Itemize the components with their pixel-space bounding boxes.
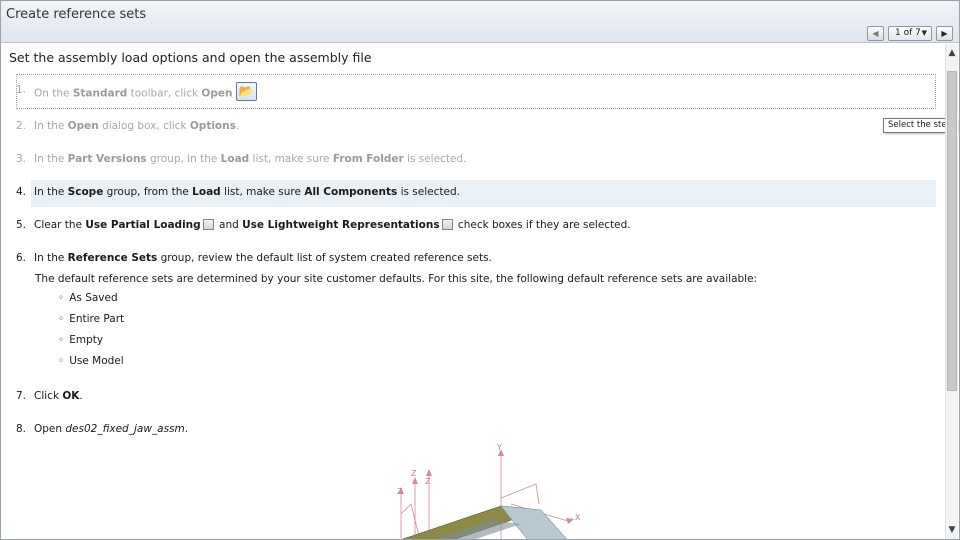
axis-label: Z [425,477,431,486]
next-page-button[interactable]: ▶ [936,25,953,41]
window-title: Create reference sets [6,7,147,22]
checkbox-icon [202,218,214,230]
step-text: Open des02_fixed_jaw_assm. [34,423,189,435]
step-text: On the Standard toolbar, click Open 📂 [34,82,257,103]
chevron-down-icon: ▼ [921,29,927,37]
tutorial-content: Set the assembly load options and open t… [1,44,946,539]
step-text: In the Scope group, from the Load list, … [34,186,460,198]
step-6-note: The default reference sets are determine… [35,273,758,285]
title-bar: Create reference sets ◀ 1 of 7 ▼ ▶ [1,1,959,43]
step-number: 3. [16,153,27,165]
assembly-model-image: Y Z Z Z X [397,444,581,539]
axis-label: Z [397,487,403,496]
scroll-down-icon[interactable]: ▼ [946,523,958,537]
checkbox-icon [441,218,453,230]
list-item: Entire Part [58,313,124,325]
step-text: In the Open dialog box, click Options. [34,120,240,132]
tutorial-window: Create reference sets ◀ 1 of 7 ▼ ▶ Set t… [0,0,960,540]
page-heading: Set the assembly load options and open t… [9,50,372,65]
step-text: In the Reference Sets group, review the … [34,252,492,264]
step-number: 7. [16,390,27,402]
page-select[interactable]: 1 of 7 ▼ [888,25,932,41]
list-item: As Saved [58,292,117,304]
step-text: In the Part Versions group, in the Load … [34,153,467,165]
vertical-scrollbar[interactable]: ▲ ▼ [945,44,958,539]
step-text: Click OK. [34,390,83,402]
step-number: 2. [16,120,27,132]
axis-label: Z [411,469,417,478]
axis-label: Y [496,444,502,452]
step-number: 4. [16,186,27,198]
open-folder-icon: 📂 [235,82,257,101]
step-pager: ◀ 1 of 7 ▼ ▶ [867,25,953,41]
axis-label: X [575,513,581,522]
triangle-left-icon: ◀ [872,28,879,38]
list-item: Use Model [58,355,123,367]
scroll-up-icon[interactable]: ▲ [946,46,958,60]
page-indicator: 1 of 7 [895,28,921,38]
step-text: Clear the Use Partial Loading and Use Li… [34,218,631,231]
list-item: Empty [58,334,103,346]
step-number: 6. [16,252,27,264]
triangle-right-icon: ▶ [941,28,948,38]
scrollbar-thumb[interactable] [947,71,957,391]
step-number: 1. [16,84,27,96]
previous-page-button[interactable]: ◀ [867,25,884,41]
step-number: 8. [16,423,27,435]
step-number: 5. [16,219,27,231]
